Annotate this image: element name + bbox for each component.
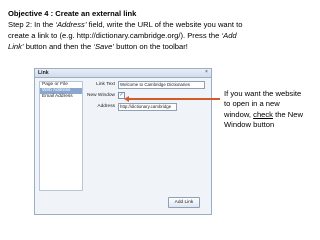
objective-title: Objective 4 : Create an external link bbox=[8, 9, 137, 18]
instruction-text: Objective 4 : Create an external link St… bbox=[8, 8, 312, 52]
address-emphasis: ‘Address’ bbox=[55, 20, 87, 29]
new-window-label: New Window bbox=[87, 93, 115, 98]
link-emphasis: Link’ bbox=[8, 42, 24, 51]
link-text-label: Link Text bbox=[96, 82, 115, 87]
save-emphasis: ‘Save’ bbox=[93, 42, 114, 51]
close-icon[interactable]: × bbox=[204, 70, 209, 75]
instruction-line-3: Link’ button and then the ‘Save’ button … bbox=[8, 41, 312, 52]
dialog-title: Link bbox=[35, 69, 211, 78]
add-link-button[interactable]: Add Link bbox=[168, 197, 200, 208]
link-type-email-address[interactable]: Email Address bbox=[40, 94, 82, 100]
instruction-line-1: Step 2: In the ‘Address’ field, write th… bbox=[8, 19, 312, 30]
link-text-field[interactable]: Welcome to Cambridge Dictionaries bbox=[118, 81, 205, 89]
callout-arrow bbox=[128, 98, 220, 100]
instruction-line3-end: button on the toolbar! bbox=[113, 42, 188, 51]
instruction-step: Step 2: In the bbox=[8, 20, 56, 29]
instruction-line3-mid: button and then the bbox=[23, 42, 94, 51]
callout-check-word: check bbox=[253, 109, 273, 119]
address-label: Address bbox=[97, 104, 115, 109]
address-field[interactable]: http://dictionary.cambridge bbox=[118, 103, 177, 111]
link-type-list: Page or File Web Address Email Address bbox=[39, 81, 83, 191]
callout-text: If you want the website to open in a new… bbox=[224, 89, 304, 131]
link-dialog: Link × Page or File Web Address Email Ad… bbox=[34, 68, 212, 215]
add-emphasis: ‘Add bbox=[221, 31, 237, 40]
instruction-line-2: create a link to (e.g. http://dictionary… bbox=[8, 30, 312, 41]
instruction-line1-rest: field, write the URL of the website you … bbox=[86, 20, 243, 29]
instruction-line2-text: create a link to (e.g. http://dictionary… bbox=[8, 31, 222, 40]
